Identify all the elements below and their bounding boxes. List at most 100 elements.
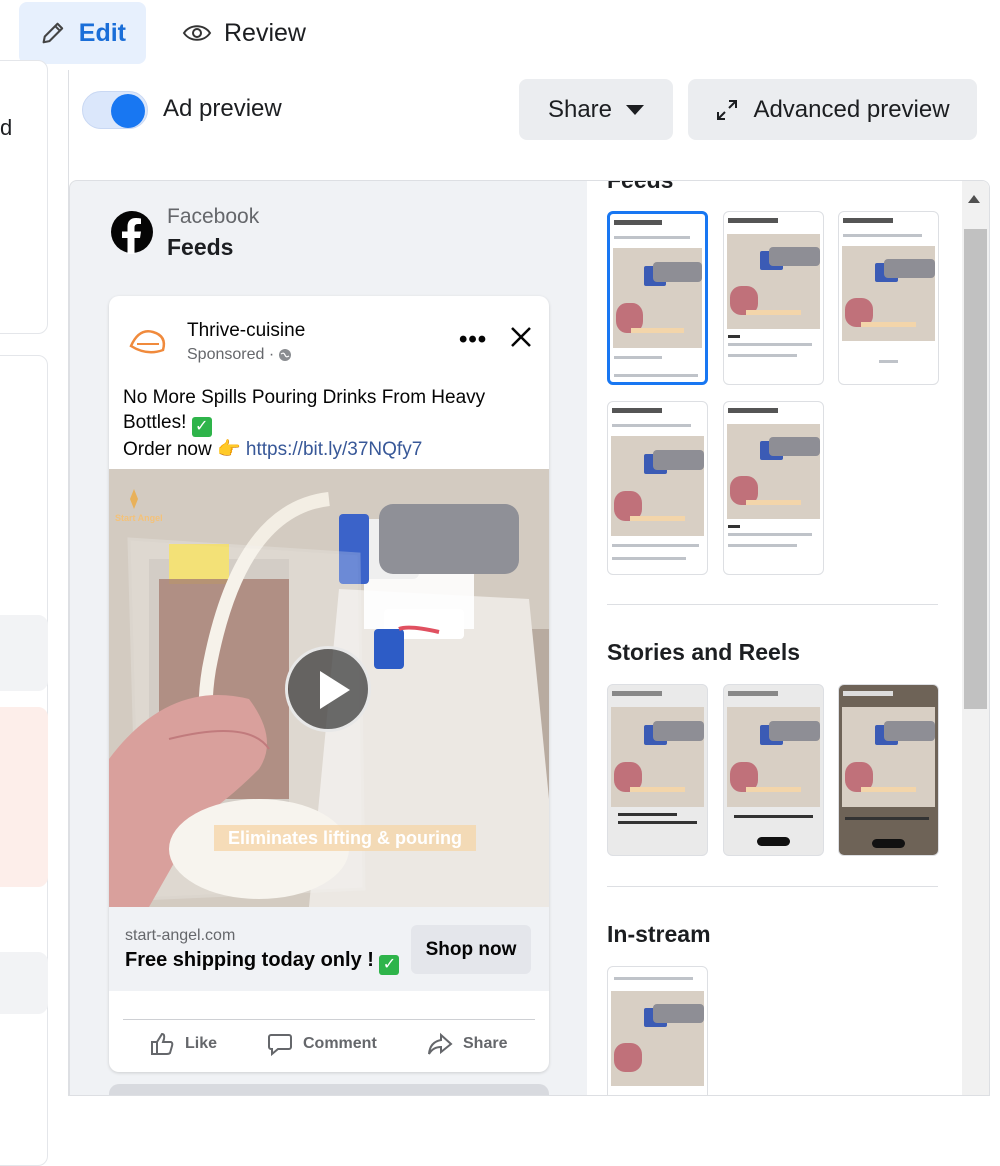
thumb-line [728,525,740,528]
instream-title: In-stream [607,921,711,947]
post-link[interactable]: https://bit.ly/37NQfy7 [246,439,422,460]
stories-reels-title: Stories and Reels [607,639,801,665]
thumb-header [728,408,778,413]
placement-thumb-video-feeds[interactable] [607,401,708,575]
more-options-icon[interactable]: ••• [459,326,487,354]
divider [607,886,938,887]
like-label: Like [185,1035,218,1052]
shop-now-button[interactable]: Shop now [411,925,531,974]
page-avatar [124,317,172,365]
placement-thumb-marketplace[interactable] [838,211,939,385]
play-icon[interactable] [285,646,371,732]
placement-thumb-facebook-stories[interactable] [607,684,708,856]
thumb-line [728,544,798,547]
left-card [0,60,48,334]
page-name[interactable]: Thrive-cuisine [187,320,305,342]
comment-icon [268,1034,292,1057]
scroll-up-arrow-icon[interactable] [968,195,980,203]
placement-thumb-instream-video[interactable] [607,966,708,1095]
advanced-preview-label: Advanced preview [753,95,950,123]
link-headline-row: Free shipping today only ! ✓ [125,949,400,975]
thumb-header [728,218,778,223]
thumb-line [843,234,923,237]
comment-label: Comment [303,1035,377,1052]
sponsored-label: Sponsored · [187,346,275,363]
post-meta: Sponsored · [187,346,292,364]
left-field[interactable] [0,615,48,691]
placement-thumb-instagram-explore[interactable] [723,401,824,575]
link-domain: start-angel.com [125,927,236,944]
placement-name: Feeds [167,234,234,260]
thumb-line [878,360,899,363]
thumb-image [613,248,702,348]
cta-bar[interactable]: start-angel.com Free shipping today only… [109,907,549,991]
placement-thumb-instagram-feed[interactable] [723,211,824,385]
advanced-preview-button[interactable]: Advanced preview [688,79,977,140]
pencil-icon [42,22,64,44]
placement-thumb-instagram-stories[interactable] [723,684,824,856]
thumb-image [611,991,704,1086]
scrollbar-thumb[interactable] [964,229,987,709]
left-field[interactable] [0,952,48,1014]
video-caption: Eliminates lifting & pouring [228,828,462,848]
placement-thumb-facebook-feed[interactable] [607,211,708,385]
left-warning-box [0,707,48,887]
primary-text-line2: Order now 👉 [123,439,241,460]
thumb-line [728,533,813,536]
thumb-line [845,817,930,820]
checkmark-emoji-icon: ✓ [379,955,400,975]
thumb-line [614,977,694,980]
divider [123,1019,535,1020]
ad-preview-label: Ad preview [163,95,282,122]
tab-review[interactable]: Review [162,2,326,64]
comment-button[interactable]: Comment [267,1031,377,1057]
thumb-image [611,436,704,536]
thumb-line [614,236,690,239]
ad-video[interactable]: Eliminates lifting & pouring Start Angel [109,469,549,907]
thumb-header [728,691,778,696]
thumb-image [611,707,704,807]
ad-post-card: Thrive-cuisine Sponsored · ••• No More S… [109,296,549,1072]
globe-icon [279,349,292,361]
like-button[interactable]: Like [149,1031,217,1057]
share-post-label: Share [463,1035,508,1052]
close-icon[interactable] [510,326,532,348]
thumb-image [727,234,820,329]
tab-edit[interactable]: Edit [19,2,146,64]
tab-review-label: Review [224,18,306,47]
thumb-line [618,821,698,824]
expand-icon [717,99,738,120]
placements-list: Feeds Stories and Reels In-stream [587,181,989,1095]
checkmark-emoji-icon: ✓ [191,417,212,437]
platform-name: Facebook [167,205,260,228]
thumb-image [727,707,820,807]
thumb-header [612,691,662,696]
eye-icon [182,25,212,41]
share-button[interactable]: Share [519,79,673,140]
share-post-button[interactable]: Share [427,1031,507,1057]
thumbs-up-icon [151,1032,174,1055]
thumb-line [612,557,687,560]
primary-text-line1: No More Spills Pouring Drinks From Heavy… [123,387,486,433]
next-post-card [109,1084,549,1095]
thumb-header [843,691,893,696]
caret-down-icon [626,104,645,115]
placement-thumb-reels[interactable] [838,684,939,856]
share-button-label: Share [547,95,613,123]
toggle-knob [111,94,145,128]
brand-watermark: Start Angel [115,513,163,523]
ad-preview-toggle[interactable] [82,91,148,129]
thumb-line [728,335,740,338]
left-panel: d [0,60,70,1166]
thumb-line [614,374,698,377]
left-cut-text: d [0,115,13,140]
thumb-header [612,408,662,413]
share-arrow-icon [428,1032,453,1055]
thumb-line [728,343,813,346]
primary-text: No More Spills Pouring Drinks From Heavy… [123,385,533,462]
divider [607,604,938,605]
tab-edit-label: Edit [78,18,126,47]
facebook-icon [111,211,153,254]
thumb-cta-pill [871,839,906,848]
thumb-cta-pill [756,837,791,846]
